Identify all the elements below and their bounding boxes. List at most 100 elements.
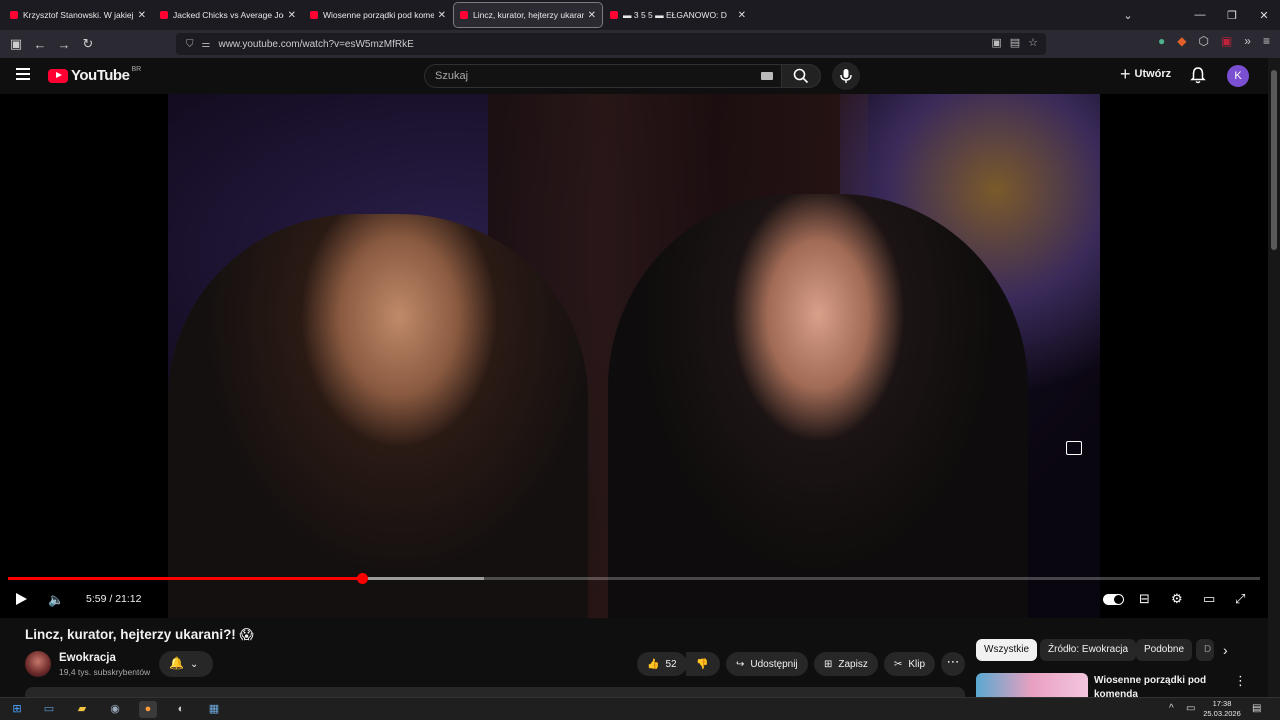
- bookmark-star-icon[interactable]: ☆: [1028, 36, 1038, 49]
- close-tab-icon[interactable]: ✕: [738, 10, 746, 21]
- app-icon[interactable]: ◐: [172, 701, 190, 718]
- fox-extension-icon[interactable]: ◆: [1177, 34, 1186, 48]
- network-icon[interactable]: ▭: [1186, 703, 1195, 714]
- browser-tab-bar: Krzysztof Stanowski. W jakiej sp ✕ Jacked…: [0, 0, 1280, 30]
- progress-bar[interactable]: [8, 573, 1260, 584]
- recommended-more-icon[interactable]: ⋮: [1234, 673, 1247, 689]
- search-button[interactable]: [781, 64, 821, 88]
- thumbs-up-icon: 👍: [647, 658, 660, 670]
- subscribed-notifications-button[interactable]: 🔔 ⌄: [159, 651, 213, 677]
- fullscreen-icon[interactable]: ⤢: [1235, 591, 1245, 607]
- guide-menu-icon[interactable]: [16, 68, 30, 80]
- reload-icon[interactable]: ↻: [76, 36, 100, 52]
- restore-icon[interactable]: ❐: [1216, 9, 1248, 22]
- save-button[interactable]: ⊞ Zapisz: [814, 652, 878, 676]
- vpn-extension-icon[interactable]: ●: [1158, 34, 1165, 48]
- pip-page-icon[interactable]: ▣: [991, 36, 1001, 49]
- close-tab-icon[interactable]: ✕: [438, 10, 446, 21]
- reader-view-icon[interactable]: ▤: [1010, 36, 1020, 49]
- chip-related[interactable]: Podobne: [1136, 639, 1193, 661]
- address-bar[interactable]: ⛉ ⚌ www.youtube.com/watch?v=esW5mzMfRkE …: [176, 33, 1046, 55]
- microphone-icon: [840, 69, 852, 83]
- youtube-favicon-icon: [460, 11, 468, 19]
- autoplay-toggle[interactable]: [1103, 594, 1124, 605]
- file-explorer-icon[interactable]: ▰: [73, 701, 91, 718]
- subtitles-icon[interactable]: ⊟: [1139, 591, 1150, 607]
- chip-source[interactable]: Źródło: Ewokracja: [1040, 639, 1137, 661]
- thumbs-down-icon: 👎: [696, 658, 709, 670]
- dislike-button[interactable]: 👎: [686, 652, 720, 676]
- calculator-icon[interactable]: ▦: [205, 701, 223, 718]
- tab-list-chevron-icon[interactable]: ⌄: [1112, 9, 1144, 22]
- windows-start-icon[interactable]: ⊞: [8, 701, 26, 718]
- settings-gear-icon[interactable]: ⚙: [1171, 591, 1183, 607]
- notifications-button[interactable]: [1190, 66, 1206, 89]
- computer-icon[interactable]: ▭: [40, 701, 58, 718]
- play-icon[interactable]: [16, 593, 27, 605]
- share-button[interactable]: ↪ Udostępnij: [726, 652, 808, 676]
- permissions-icon[interactable]: ⚌: [202, 39, 211, 50]
- chip-all[interactable]: Wszystkie: [976, 639, 1037, 661]
- channel-avatar[interactable]: [25, 651, 51, 677]
- shield-icon[interactable]: ⛉: [186, 39, 194, 50]
- scrollbar-thumb[interactable]: [1271, 70, 1277, 250]
- chevron-right-icon[interactable]: ›: [1223, 642, 1228, 658]
- youtube-logo[interactable]: YouTube BR: [48, 66, 141, 84]
- browser-tab[interactable]: Jacked Chicks vs Average Joes |✕: [154, 3, 302, 27]
- browser-nav-bar: ▣ ← → ↻ ⛉ ⚌ www.youtube.com/watch?v=esW5…: [0, 30, 1280, 58]
- video-person-right: [608, 194, 1028, 618]
- firefox-icon[interactable]: ●: [139, 701, 157, 718]
- description-box[interactable]: [25, 687, 965, 697]
- forward-icon[interactable]: →: [52, 37, 76, 52]
- browser-tab[interactable]: ▬ 3 5 5 ▬ EŁGANOWO: D ✕: [604, 3, 752, 27]
- more-actions-icon[interactable]: ⋯: [941, 652, 965, 676]
- close-tab-icon[interactable]: ✕: [138, 10, 146, 21]
- theater-mode-icon[interactable]: ▭: [1203, 591, 1215, 607]
- youtube-favicon-icon: [310, 11, 318, 19]
- window-controls: ⌄ — ❐ ✕: [1112, 0, 1280, 30]
- volume-icon[interactable]: 🔈: [48, 592, 64, 608]
- bell-icon: 🔔: [169, 656, 184, 670]
- account-avatar[interactable]: K: [1227, 65, 1249, 87]
- close-tab-icon[interactable]: ✕: [288, 10, 296, 21]
- back-icon[interactable]: ←: [28, 37, 52, 52]
- taskbar-clock[interactable]: 17:38 25.03.2026: [1199, 699, 1245, 719]
- time-display: 5:59 / 21:12: [86, 593, 142, 605]
- url-text[interactable]: www.youtube.com/watch?v=esW5mzMfRkE: [218, 39, 413, 50]
- youtube-favicon-icon: [610, 11, 618, 19]
- share-arrow-icon: ↪: [736, 658, 745, 670]
- keyboard-icon[interactable]: [761, 72, 773, 80]
- tray-chevron-icon[interactable]: ^: [1169, 703, 1174, 714]
- notifications-tray-icon[interactable]: ▤: [1252, 703, 1261, 714]
- chip-truncated[interactable]: D: [1196, 639, 1214, 661]
- browser-tab[interactable]: Wiosenne porządki pod komen ✕: [304, 3, 452, 27]
- more-tools-icon[interactable]: »: [1244, 34, 1251, 48]
- sidebar-toggle-icon[interactable]: ▣: [4, 36, 28, 52]
- player-controls: 🔈 5:59 / 21:12 ⊟ ⚙ ▭ ⤢: [0, 588, 1268, 610]
- bell-icon: [1190, 67, 1206, 84]
- steam-icon[interactable]: ◉: [106, 701, 124, 718]
- video-frame[interactable]: [168, 94, 1100, 618]
- extensions-puzzle-icon[interactable]: ⬡: [1198, 34, 1208, 48]
- close-window-icon[interactable]: ✕: [1248, 9, 1280, 22]
- create-button[interactable]: + Utwórz: [1120, 65, 1171, 83]
- minimize-icon[interactable]: —: [1184, 9, 1216, 21]
- browser-tab[interactable]: Krzysztof Stanowski. W jakiej sp ✕: [4, 3, 152, 27]
- menu-icon[interactable]: ≡: [1263, 34, 1270, 48]
- close-tab-icon[interactable]: ✕: [588, 10, 596, 21]
- page-scrollbar[interactable]: [1268, 58, 1280, 698]
- video-player[interactable]: 🔈 5:59 / 21:12 ⊟ ⚙ ▭ ⤢: [0, 94, 1268, 618]
- voice-search-button[interactable]: [832, 62, 860, 90]
- channel-name[interactable]: Ewokracja: [59, 652, 116, 664]
- extensions-area: ● ◆ ⬡ ▣ » ≡: [1158, 34, 1270, 48]
- windows-taskbar: ⊞ ▭ ▰ ◉ ● ◐ ▦ ^ ▭ 17:38 25.03.2026 ▤: [0, 697, 1280, 720]
- clip-button[interactable]: ✂ Klip: [884, 652, 936, 676]
- youtube-header: YouTube BR Szukaj + Utwórz K: [0, 58, 1268, 94]
- like-button[interactable]: 👍 52: [637, 652, 687, 676]
- ublock-extension-icon[interactable]: ▣: [1221, 34, 1232, 48]
- browser-tab-active[interactable]: Lincz, kurator, hejterzy ukarani? ✕: [453, 2, 603, 28]
- miniplayer-icon[interactable]: [1066, 441, 1082, 455]
- search-input[interactable]: Szukaj: [424, 64, 782, 88]
- youtube-favicon-icon: [160, 11, 168, 19]
- video-person-left: [168, 214, 588, 618]
